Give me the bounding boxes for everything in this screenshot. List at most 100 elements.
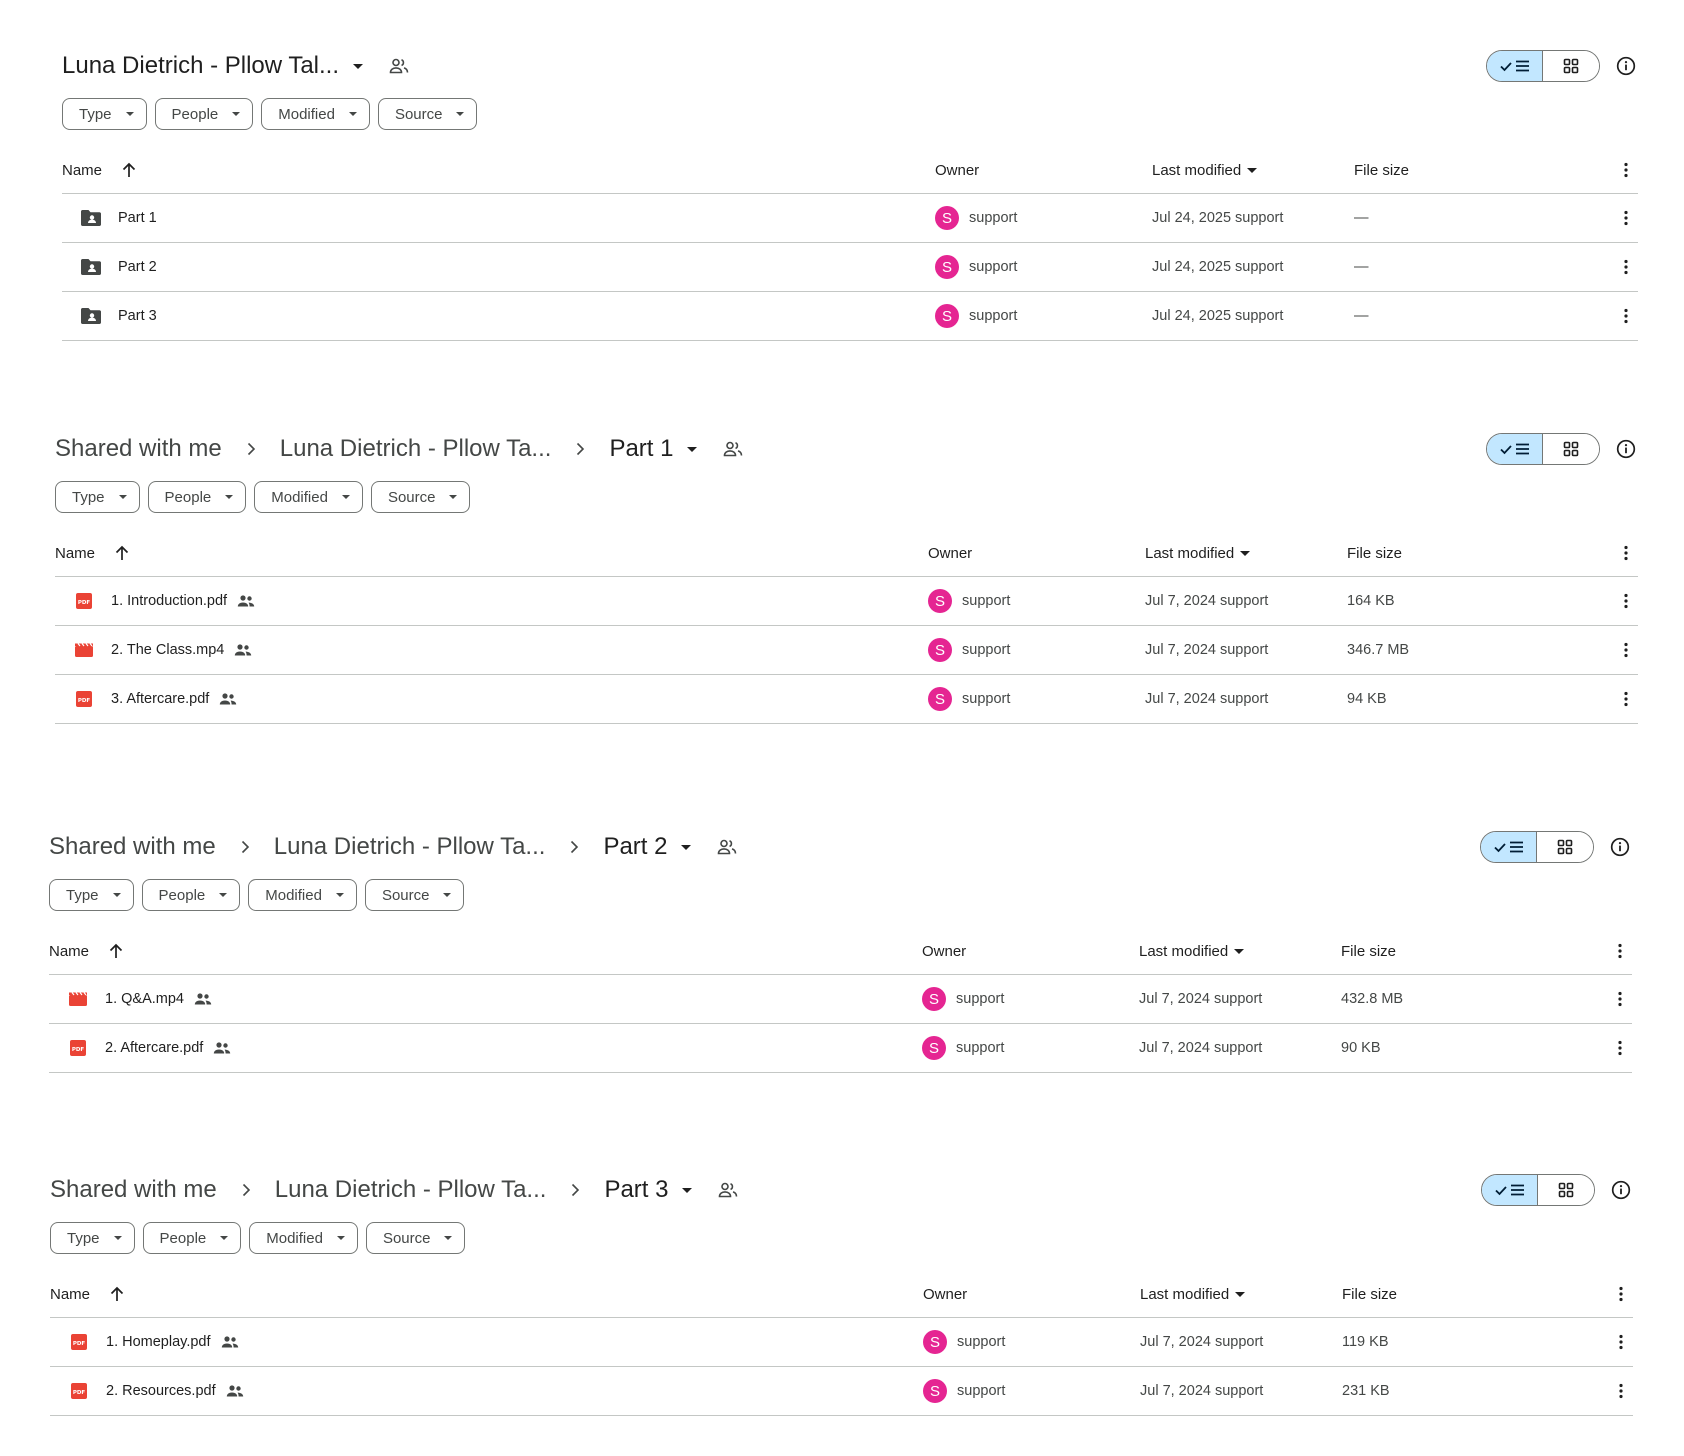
filter-chip-modified[interactable]: Modified (249, 1222, 358, 1254)
file-name[interactable]: 1. Introduction.pdf (111, 593, 227, 609)
column-last-modified[interactable]: Last modified (1139, 927, 1245, 975)
filter-chip-type[interactable]: Type (49, 879, 134, 911)
column-name[interactable]: Name (62, 146, 136, 194)
table-row[interactable]: 2. The Class.mp4 Ssupport Jul 7, 2024 supp… (55, 626, 1638, 675)
kebab-icon[interactable] (1609, 1367, 1633, 1415)
filter-chip-source[interactable]: Source (364, 879, 465, 911)
file-name[interactable]: 1. Homeplay.pdf (106, 1334, 211, 1350)
filter-chip-people[interactable]: People (141, 879, 241, 911)
info-icon[interactable] (1614, 437, 1638, 461)
list-view-button[interactable] (1482, 1175, 1538, 1205)
info-icon[interactable] (1609, 1178, 1633, 1202)
breadcrumb-item[interactable]: Shared with me (49, 833, 216, 861)
avatar[interactable]: S (935, 255, 959, 279)
list-view-button[interactable] (1487, 51, 1543, 81)
file-name[interactable]: 2. Aftercare.pdf (105, 1040, 203, 1056)
avatar[interactable]: S (935, 304, 959, 328)
caret-down-icon[interactable] (681, 844, 692, 850)
avatar[interactable]: S (923, 1379, 947, 1403)
file-name[interactable]: 2. Resources.pdf (106, 1383, 216, 1399)
column-name[interactable]: Name (50, 1270, 124, 1318)
caret-down-icon[interactable] (682, 1187, 693, 1193)
avatar[interactable]: S (922, 1036, 946, 1060)
filter-chip-type[interactable]: Type (62, 98, 147, 130)
grid-view-button[interactable] (1543, 51, 1599, 81)
kebab-icon[interactable] (1609, 1318, 1633, 1366)
page-title[interactable]: Luna Dietrich - Pllow Tal... (62, 52, 339, 80)
filter-chip-modified[interactable]: Modified (248, 879, 357, 911)
table-row[interactable]: PDF 1. Homeplay.pdf Ssupport Jul 7, 2024 su… (50, 1318, 1633, 1367)
owner-name: support (956, 1040, 1005, 1056)
kebab-icon[interactable] (1614, 577, 1638, 625)
kebab-icon[interactable] (1614, 626, 1638, 674)
file-name[interactable]: 2. The Class.mp4 (111, 642, 224, 658)
kebab-icon[interactable] (1608, 975, 1632, 1023)
breadcrumb-item[interactable]: Shared with me (55, 435, 222, 463)
arrow-up-icon[interactable] (110, 1286, 124, 1302)
page-title[interactable]: Part 2 (603, 833, 667, 861)
grid-view-button[interactable] (1537, 832, 1593, 862)
table-row[interactable]: 1. Q&A.mp4 Ssupport Jul 7, 2024 support 432… (49, 975, 1632, 1024)
avatar[interactable]: S (928, 638, 952, 662)
kebab-icon[interactable] (1608, 1024, 1632, 1072)
kebab-icon[interactable] (1614, 529, 1638, 577)
filter-chip-people[interactable]: People (142, 1222, 242, 1254)
page-title[interactable]: Part 3 (604, 1176, 668, 1204)
info-icon[interactable] (1608, 835, 1632, 859)
breadcrumb-item[interactable]: Shared with me (50, 1176, 217, 1204)
table-row[interactable]: Part 2 Ssupport Jul 24, 2025 support — (62, 243, 1638, 292)
filter-chip-source[interactable]: Source (370, 481, 471, 513)
avatar[interactable]: S (922, 987, 946, 1011)
filter-chip-people[interactable]: People (147, 481, 247, 513)
column-last-modified[interactable]: Last modified (1140, 1270, 1246, 1318)
file-name[interactable]: 3. Aftercare.pdf (111, 691, 209, 707)
kebab-icon[interactable] (1614, 292, 1638, 340)
file-name[interactable]: Part 1 (118, 210, 157, 226)
filter-chip-source[interactable]: Source (377, 98, 478, 130)
avatar[interactable]: S (923, 1330, 947, 1354)
column-last-modified[interactable]: Last modified (1145, 529, 1251, 577)
column-name[interactable]: Name (55, 529, 129, 577)
filter-chip-label: People (158, 886, 206, 904)
breadcrumb-item[interactable]: Luna Dietrich - Pllow Ta... (274, 833, 546, 861)
table-row[interactable]: Part 3 Ssupport Jul 24, 2025 support — (62, 292, 1638, 341)
table-row[interactable]: PDF 3. Aftercare.pdf Ssupport Jul 7, 2024 s… (55, 675, 1638, 724)
column-last-modified[interactable]: Last modified (1152, 146, 1258, 194)
list-view-button[interactable] (1487, 434, 1543, 464)
info-icon[interactable] (1614, 54, 1638, 78)
arrow-up-icon[interactable] (109, 943, 123, 959)
grid-view-button[interactable] (1538, 1175, 1594, 1205)
kebab-icon[interactable] (1614, 194, 1638, 242)
list-view-button[interactable] (1481, 832, 1537, 862)
kebab-icon[interactable] (1609, 1270, 1633, 1318)
arrow-up-icon[interactable] (122, 162, 136, 178)
kebab-icon[interactable] (1614, 146, 1638, 194)
avatar[interactable]: S (928, 687, 952, 711)
table-row[interactable]: PDF 1. Introduction.pdf Ssupport Jul 7, 202… (55, 577, 1638, 626)
page-title[interactable]: Part 1 (609, 435, 673, 463)
filter-chip-type[interactable]: Type (55, 481, 140, 513)
kebab-icon[interactable] (1614, 675, 1638, 723)
table-row[interactable]: PDF 2. Resources.pdf Ssupport Jul 7, 2024 s… (50, 1367, 1633, 1416)
file-name[interactable]: Part 3 (118, 308, 157, 324)
filter-chip-modified[interactable]: Modified (254, 481, 363, 513)
table-row[interactable]: PDF 2. Aftercare.pdf Ssupport Jul 7, 2024 s… (49, 1024, 1632, 1073)
file-name[interactable]: Part 2 (118, 259, 157, 275)
avatar[interactable]: S (935, 206, 959, 230)
breadcrumb-item[interactable]: Luna Dietrich - Pllow Ta... (280, 435, 552, 463)
filter-chip-type[interactable]: Type (50, 1222, 135, 1254)
filter-chip-people[interactable]: People (154, 98, 254, 130)
filter-chip-source[interactable]: Source (365, 1222, 466, 1254)
filter-chip-modified[interactable]: Modified (261, 98, 370, 130)
kebab-icon[interactable] (1608, 927, 1632, 975)
column-name[interactable]: Name (49, 927, 123, 975)
grid-view-button[interactable] (1543, 434, 1599, 464)
kebab-icon[interactable] (1614, 243, 1638, 291)
avatar[interactable]: S (928, 589, 952, 613)
table-row[interactable]: Part 1 Ssupport Jul 24, 2025 support — (62, 194, 1638, 243)
arrow-up-icon[interactable] (115, 545, 129, 561)
file-name[interactable]: 1. Q&A.mp4 (105, 991, 184, 1007)
caret-down-icon[interactable] (353, 63, 364, 69)
breadcrumb-item[interactable]: Luna Dietrich - Pllow Ta... (275, 1176, 547, 1204)
caret-down-icon[interactable] (687, 446, 698, 452)
